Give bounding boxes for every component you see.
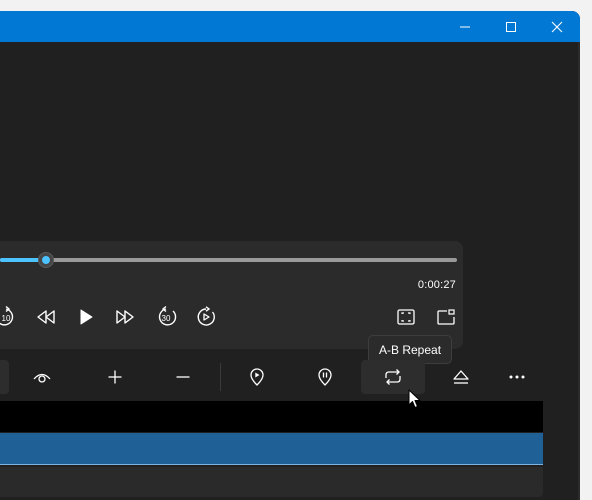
pause-pin-icon [318, 368, 332, 386]
playlist [0, 401, 543, 497]
media-controls-panel: 0:00:27 10 30 [0, 241, 463, 349]
play-icon [80, 309, 93, 325]
toolbar-item-partial[interactable] [0, 360, 9, 394]
pause-marker-button[interactable] [302, 360, 348, 394]
plus-icon [108, 370, 122, 384]
zoom-out-button[interactable] [160, 360, 206, 394]
fast-forward-icon [116, 310, 134, 324]
svg-text:30: 30 [162, 314, 171, 323]
maximize-icon [506, 21, 516, 32]
visibility-button[interactable] [19, 360, 65, 394]
bottom-toolbar [0, 357, 580, 397]
list-item[interactable] [0, 467, 543, 497]
minus-icon [176, 376, 190, 378]
seek-bar[interactable] [0, 258, 457, 262]
set-a-point-button[interactable] [234, 360, 280, 394]
skip-forward-30-button[interactable]: 30 [148, 303, 184, 331]
eject-button[interactable] [438, 360, 484, 394]
close-icon [551, 21, 563, 32]
rewind-button[interactable] [28, 303, 64, 331]
replay-icon [197, 306, 215, 326]
close-button[interactable] [534, 11, 580, 42]
more-options-button[interactable] [494, 360, 540, 394]
rewind-icon [37, 310, 55, 324]
fullscreen-button[interactable] [388, 303, 424, 331]
skip-forward-30-icon: 30 [158, 305, 177, 326]
more-icon [509, 375, 525, 379]
svg-text:10: 10 [2, 314, 11, 323]
skip-back-10-icon: 10 [0, 305, 14, 326]
fullscreen-icon [397, 309, 415, 325]
cast-icon [437, 309, 455, 325]
list-item-selected[interactable] [0, 433, 543, 465]
minimize-icon [460, 26, 470, 27]
app-window: 0:00:27 10 30 A-B Repeat [0, 11, 580, 500]
repeat-icon [385, 369, 401, 385]
eject-icon [453, 370, 469, 384]
title-bar [0, 11, 580, 42]
window-border [578, 42, 580, 500]
eye-icon [33, 373, 51, 383]
current-time: 0:00:27 [417, 279, 456, 291]
seek-thumb[interactable] [38, 252, 54, 268]
zoom-in-button[interactable] [92, 360, 138, 394]
play-button[interactable] [68, 303, 104, 331]
location-pin-icon [250, 368, 264, 386]
mouse-cursor-icon [408, 389, 421, 408]
list-item[interactable] [0, 401, 543, 432]
maximize-button[interactable] [488, 11, 534, 42]
cast-button[interactable] [428, 303, 464, 331]
replay-button[interactable] [188, 303, 224, 331]
toolbar-separator [220, 363, 221, 391]
fast-forward-button[interactable] [107, 303, 143, 331]
minimize-button[interactable] [442, 11, 488, 42]
skip-back-10-button[interactable]: 10 [0, 303, 24, 331]
